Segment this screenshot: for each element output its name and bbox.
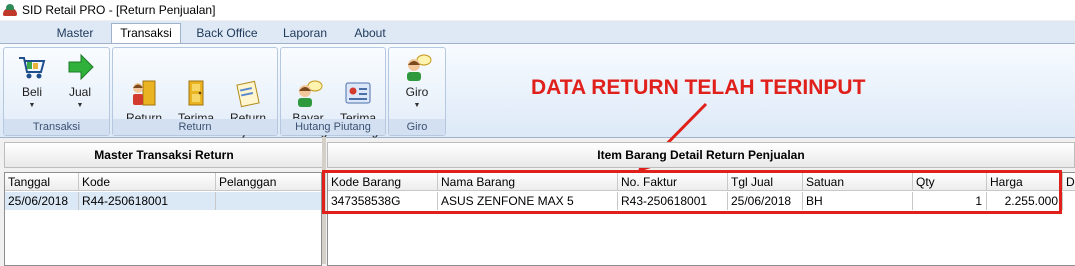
- column-header-pelanggan[interactable]: Pelanggan: [216, 173, 321, 191]
- master-transaksi-grid: Tanggal Kode Pelanggan 25/06/2018 R44-25…: [4, 172, 322, 266]
- left-panel-title: Master Transaksi Return: [4, 142, 324, 168]
- column-header-kode[interactable]: Kode: [79, 173, 216, 191]
- annotation-highlight-box: [322, 170, 1062, 214]
- right-panel-title: Item Barang Detail Return Penjualan: [327, 142, 1075, 168]
- column-header-tanggal[interactable]: Tanggal: [5, 173, 79, 191]
- table-row[interactable]: 25/06/2018 R44-250618001: [5, 192, 321, 210]
- cell-tanggal: 25/06/2018: [5, 192, 79, 210]
- cell-kode: R44-250618001: [79, 192, 216, 210]
- cell-pelanggan: [216, 192, 321, 210]
- column-header-d[interactable]: D: [1063, 173, 1075, 191]
